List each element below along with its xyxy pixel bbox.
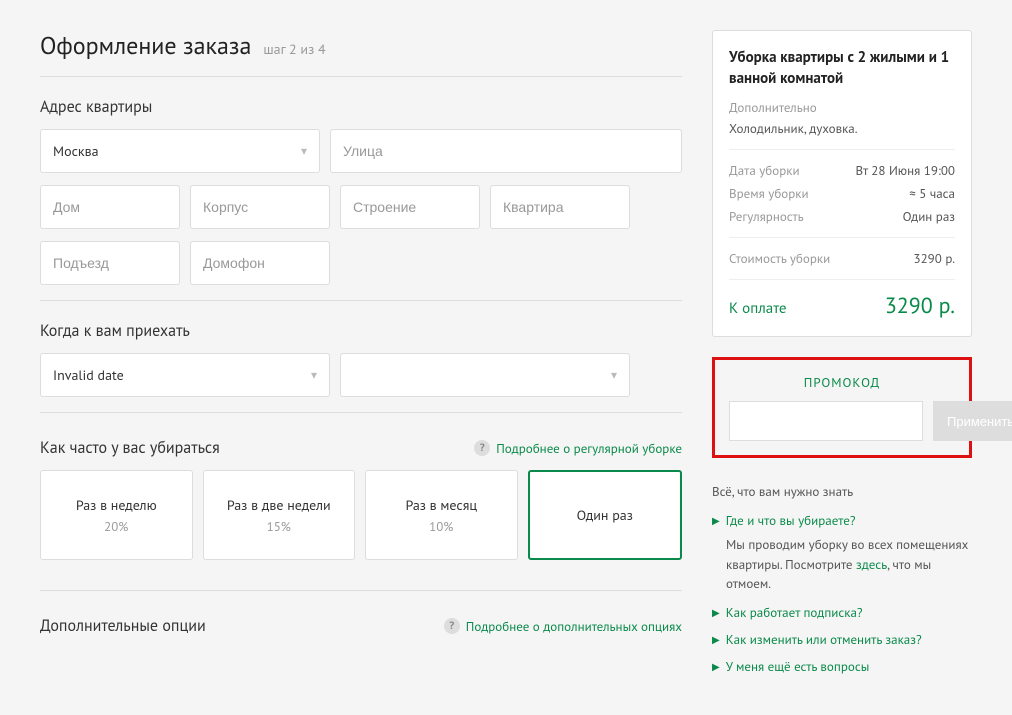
frequency-section-title: Как часто у вас убираться	[40, 438, 220, 458]
divider	[40, 590, 682, 591]
faq-section: Всё, что вам нужно знать ▶Где и что вы у…	[712, 483, 972, 675]
summary-date-value: Вт 28 Июня 19:00	[855, 162, 955, 179]
summary-cost-label: Стоимость уборки	[729, 250, 830, 267]
frequency-option-label: Один раз	[577, 506, 633, 524]
promo-input[interactable]	[729, 401, 923, 441]
frequency-option[interactable]: Один раз	[528, 470, 683, 560]
promo-apply-button[interactable]: Применить	[933, 401, 1012, 441]
frequency-option[interactable]: Раз в месяц 10%	[365, 470, 518, 560]
faq-question[interactable]: ▶Как изменить или отменить заказ?	[712, 631, 972, 648]
summary-addl-label: Дополнительно	[729, 99, 955, 116]
summary-date-label: Дата уборки	[729, 162, 800, 179]
faq-item: ▶Как работает подписка?	[712, 604, 972, 621]
entrance-input[interactable]	[40, 241, 180, 285]
summary-regularity-value: Один раз	[903, 208, 955, 225]
frequency-option[interactable]: Раз в неделю 20%	[40, 470, 193, 560]
promo-box: ПРОМОКОД Применить	[712, 357, 972, 458]
date-select[interactable]: Invalid date ▾	[40, 353, 330, 397]
city-select[interactable]: Москва ▾	[40, 129, 320, 173]
chevron-down-icon: ▾	[311, 368, 317, 383]
frequency-options: Раз в неделю20%Раз в две недели15%Раз в …	[40, 470, 682, 560]
summary-total-value: 3290 р.	[885, 292, 955, 320]
faq-item: ▶Как изменить или отменить заказ?	[712, 631, 972, 648]
summary-duration-label: Время уборки	[729, 185, 809, 202]
frequency-option-discount: 20%	[104, 518, 128, 535]
faq-question[interactable]: ▶Как работает подписка?	[712, 604, 972, 621]
page-header: Оформление заказа шаг 2 из 4	[40, 30, 682, 61]
promo-title: ПРОМОКОД	[729, 374, 955, 391]
datetime-section-title: Когда к вам приехать	[40, 321, 682, 341]
caret-right-icon: ▶	[712, 660, 720, 673]
faq-item: ▶Где и что вы убираете? Мы проводим уборк…	[712, 512, 972, 594]
city-value: Москва	[53, 142, 99, 160]
order-summary: Уборка квартиры с 2 жилыми и 1 ванной ко…	[712, 30, 972, 337]
faq-question[interactable]: ▶Где и что вы убираете?	[712, 512, 972, 529]
summary-regularity-label: Регулярность	[729, 208, 804, 225]
extras-help-link[interactable]: ? Подробнее о дополнительных опциях	[444, 618, 682, 635]
building-input[interactable]	[340, 185, 480, 229]
caret-right-icon: ▶	[712, 606, 720, 619]
street-input[interactable]	[330, 129, 682, 173]
frequency-option-discount: 10%	[429, 518, 453, 535]
summary-total-label: К оплате	[729, 299, 787, 318]
block-input[interactable]	[190, 185, 330, 229]
help-icon: ?	[444, 618, 460, 634]
help-icon: ?	[474, 440, 490, 456]
faq-item: ▶У меня ещё есть вопросы	[712, 658, 972, 675]
frequency-help-link[interactable]: ? Подробнее о регулярной уборке	[474, 440, 682, 457]
summary-duration-value: ≈ 5 часа	[909, 185, 955, 202]
house-input[interactable]	[40, 185, 180, 229]
chevron-down-icon: ▾	[611, 368, 617, 383]
intercom-input[interactable]	[190, 241, 330, 285]
extras-section-title: Дополнительные опции	[40, 616, 206, 636]
frequency-option-discount: 15%	[267, 518, 291, 535]
caret-right-icon: ▶	[712, 633, 720, 646]
faq-question[interactable]: ▶У меня ещё есть вопросы	[712, 658, 972, 675]
faq-answer: Мы проводим уборку во всех помещениях кв…	[726, 535, 972, 594]
frequency-option-label: Раз в неделю	[76, 496, 157, 514]
date-value: Invalid date	[53, 366, 124, 384]
summary-addl-text: Холодильник, духовка.	[729, 120, 955, 137]
divider	[40, 76, 682, 77]
caret-right-icon: ▶	[712, 514, 720, 527]
frequency-option-label: Раз в месяц	[405, 496, 477, 514]
faq-header: Всё, что вам нужно знать	[712, 483, 972, 500]
divider	[40, 300, 682, 301]
time-select[interactable]: ▾	[340, 353, 630, 397]
apartment-input[interactable]	[490, 185, 630, 229]
divider	[40, 412, 682, 413]
summary-title: Уборка квартиры с 2 жилыми и 1 ванной ко…	[729, 47, 955, 89]
step-indicator: шаг 2 из 4	[263, 40, 325, 58]
address-section-title: Адрес квартиры	[40, 97, 682, 117]
summary-cost-value: 3290 р.	[914, 250, 955, 267]
frequency-option-label: Раз в две недели	[227, 496, 331, 514]
chevron-down-icon: ▾	[301, 144, 307, 159]
page-title: Оформление заказа	[40, 30, 251, 61]
frequency-option[interactable]: Раз в две недели 15%	[203, 470, 356, 560]
faq-answer-link[interactable]: здесь	[856, 556, 887, 573]
